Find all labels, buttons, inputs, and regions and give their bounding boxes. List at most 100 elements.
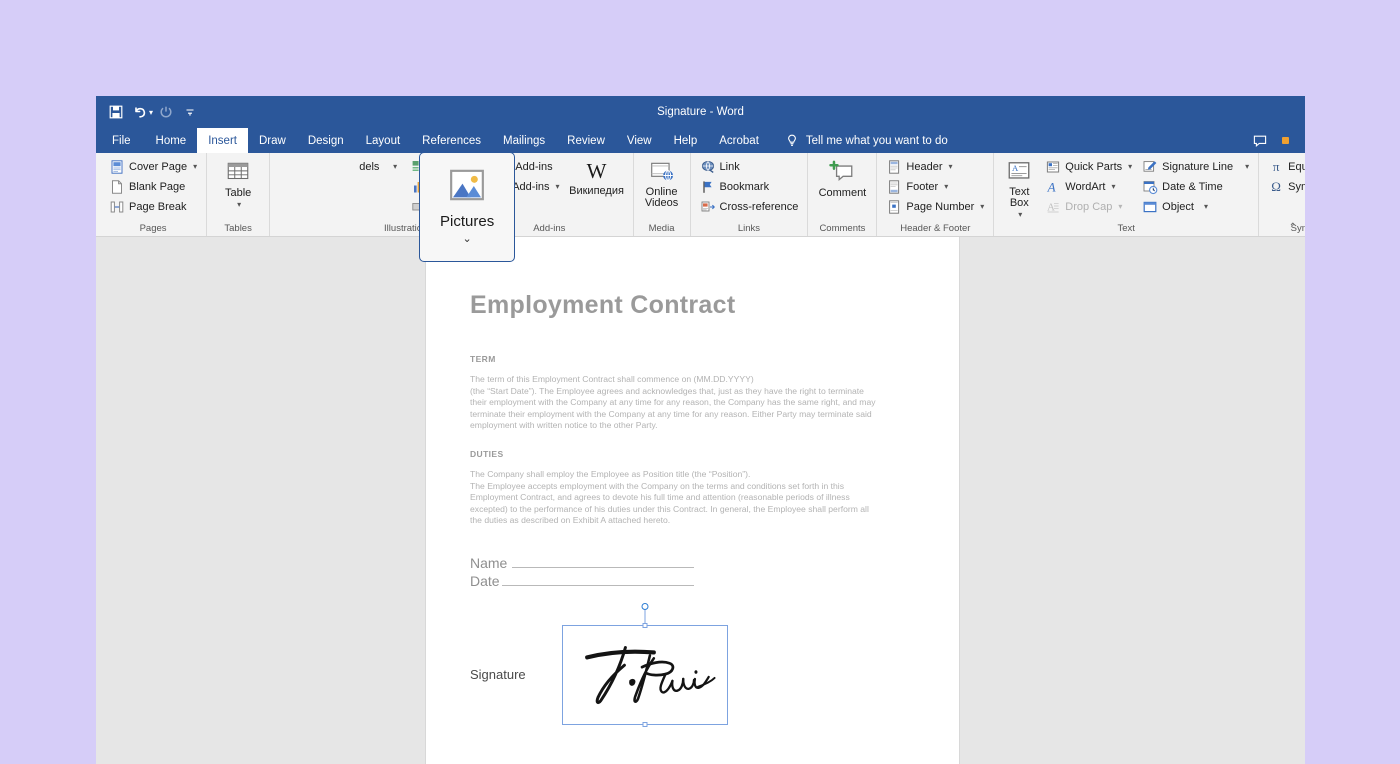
tab-acrobat[interactable]: Acrobat bbox=[708, 128, 770, 153]
section-body-term: The term of this Employment Contract sha… bbox=[470, 374, 915, 432]
blank-page-label: Blank Page bbox=[129, 180, 186, 193]
cross-reference-button[interactable]: Cross-reference bbox=[696, 197, 803, 216]
drop-cap-label: Drop Cap bbox=[1065, 200, 1113, 213]
chevron-down-icon[interactable]: ▾ bbox=[1128, 162, 1132, 171]
pictures-popup-button[interactable]: Pictures ⌄ bbox=[419, 152, 516, 262]
comments-icon[interactable] bbox=[1252, 133, 1268, 149]
tab-draw-label: Draw bbox=[258, 134, 286, 147]
paragraph-line: The Employee accepts employment with the… bbox=[470, 480, 845, 491]
chevron-down-icon[interactable]: ▾ bbox=[1111, 182, 1115, 191]
header-button[interactable]: Header ▾ bbox=[882, 157, 988, 176]
chevron-down-icon[interactable]: ⌄ bbox=[463, 232, 472, 245]
bookmark-button[interactable]: Bookmark bbox=[696, 177, 803, 196]
lightbulb-icon bbox=[784, 133, 800, 149]
tab-review[interactable]: Review bbox=[556, 128, 616, 153]
field-date[interactable]: Date bbox=[470, 573, 915, 589]
chevron-down-icon[interactable]: ▾ bbox=[1245, 162, 1249, 171]
ribbon-group-text: A Text Box ▾ Quick Parts ▾ A WordArt ▾ A… bbox=[994, 153, 1260, 236]
signature-line-label: Signature Line bbox=[1162, 160, 1234, 173]
customize-qat-icon[interactable] bbox=[179, 101, 201, 123]
field-name-label: Name bbox=[470, 554, 508, 571]
field-date-rule bbox=[502, 584, 694, 586]
tab-acrobat-label: Acrobat bbox=[719, 134, 759, 147]
quick-parts-button[interactable]: Quick Parts ▾ bbox=[1041, 157, 1136, 176]
undo-icon[interactable] bbox=[129, 101, 151, 123]
link-button[interactable]: Link bbox=[696, 157, 803, 176]
chevron-down-icon[interactable]: ▾ bbox=[393, 162, 397, 171]
group-label-symbols: Symbols bbox=[1290, 223, 1305, 234]
title-bar: ▾ Signature - Word bbox=[96, 96, 1305, 128]
tab-references[interactable]: References bbox=[411, 128, 492, 153]
paragraph-line: The Company shall employ the Employee as… bbox=[470, 468, 751, 479]
online-videos-button[interactable]: Online Videos bbox=[639, 157, 685, 209]
footer-button[interactable]: Footer ▾ bbox=[882, 177, 988, 196]
chevron-down-icon[interactable]: ▾ bbox=[1018, 209, 1022, 221]
chevron-down-icon: ▾ bbox=[1118, 202, 1123, 211]
paragraph-line: employment with written notice to the ot… bbox=[470, 420, 658, 431]
wordart-label: WordArt bbox=[1065, 180, 1106, 193]
signature-line-button[interactable]: Signature Line ▾ bbox=[1138, 157, 1253, 176]
save-icon[interactable] bbox=[105, 101, 127, 123]
ribbon-group-tables: Table ▾ Tables bbox=[207, 153, 271, 236]
tab-mailings[interactable]: Mailings bbox=[492, 128, 556, 153]
paragraph-line: the duties as described on Exhibit A att… bbox=[470, 515, 671, 526]
chevron-down-icon[interactable]: ▾ bbox=[237, 199, 241, 211]
date-time-label: Date & Time bbox=[1162, 180, 1223, 193]
bookmark-label: Bookmark bbox=[719, 180, 770, 193]
cover-page-button[interactable]: Cover Page ▾ bbox=[105, 157, 201, 176]
cross-reference-label: Cross-reference bbox=[719, 200, 799, 213]
text-box-button[interactable]: A Text Box ▾ bbox=[999, 157, 1039, 221]
wordart-button[interactable]: A WordArt ▾ bbox=[1041, 177, 1136, 196]
signature-ink bbox=[585, 646, 716, 704]
tab-view-label: View bbox=[626, 134, 652, 147]
page-number-label: Page Number bbox=[906, 200, 975, 213]
tab-help[interactable]: Help bbox=[663, 128, 709, 153]
page-break-label: Page Break bbox=[129, 200, 187, 213]
3d-models-button[interactable]: dels ▾ bbox=[353, 157, 401, 176]
equation-button[interactable]: π Equation ▾ bbox=[1264, 157, 1305, 176]
blank-page-button[interactable]: Blank Page bbox=[105, 177, 201, 196]
chevron-down-icon[interactable]: ▾ bbox=[556, 182, 560, 191]
rotation-handle[interactable] bbox=[641, 602, 649, 610]
object-label: Object bbox=[1162, 200, 1194, 213]
tab-view[interactable]: View bbox=[616, 128, 663, 153]
document-workspace: Employment Contract TERM The term of thi… bbox=[96, 237, 1305, 764]
document-page[interactable]: Employment Contract TERM The term of thi… bbox=[425, 237, 960, 764]
signature-image-selected[interactable] bbox=[562, 602, 728, 727]
tab-file-label: File bbox=[112, 134, 131, 147]
table-button[interactable]: Table ▾ bbox=[212, 157, 264, 211]
field-name[interactable]: Name bbox=[470, 555, 915, 571]
tab-design[interactable]: Design bbox=[297, 128, 355, 153]
tell-me-search[interactable]: Tell me what you want to do bbox=[770, 128, 948, 153]
group-label-media: Media bbox=[648, 223, 675, 234]
chevron-down-icon[interactable]: ▾ bbox=[980, 202, 984, 211]
paragraph-line: excepted) to the performance of his duti… bbox=[470, 503, 869, 514]
svg-text:A: A bbox=[1012, 163, 1019, 173]
ribbon-group-symbols: π Equation ▾ Ω Symbol ▾ Symbols bbox=[1259, 153, 1305, 236]
tab-file[interactable]: File bbox=[96, 128, 145, 153]
tab-layout[interactable]: Layout bbox=[355, 128, 412, 153]
chevron-down-icon[interactable]: ▾ bbox=[944, 182, 948, 191]
section-heading-term: TERM bbox=[470, 354, 496, 364]
chevron-down-icon[interactable]: ▾ bbox=[1204, 202, 1208, 211]
comment-button[interactable]: Comment bbox=[813, 157, 871, 199]
tab-insert[interactable]: Insert bbox=[197, 128, 248, 153]
symbol-button[interactable]: Ω Symbol ▾ bbox=[1264, 177, 1305, 196]
tab-layout-label: Layout bbox=[365, 134, 401, 147]
ribbon-group-comments: Comment Comments bbox=[808, 153, 878, 236]
chevron-down-icon[interactable]: ▾ bbox=[193, 162, 197, 171]
page-break-button[interactable]: Page Break bbox=[105, 197, 201, 216]
page-number-button[interactable]: Page Number ▾ bbox=[882, 197, 988, 216]
paragraph-line: The term of this Employment Contract sha… bbox=[470, 374, 754, 384]
chevron-down-icon[interactable]: ▾ bbox=[948, 162, 952, 171]
tab-home[interactable]: Home bbox=[145, 128, 198, 153]
collapse-ribbon-button[interactable]: ⌃ bbox=[1289, 222, 1297, 233]
wikipedia-button[interactable]: W Википедия bbox=[566, 157, 628, 197]
date-time-button[interactable]: Date & Time bbox=[1138, 177, 1253, 196]
object-button[interactable]: Object ▾ bbox=[1138, 197, 1253, 216]
tab-draw[interactable]: Draw bbox=[248, 128, 297, 153]
undo-dropdown-caret[interactable]: ▾ bbox=[149, 108, 153, 117]
section-heading-duties: DUTIES bbox=[470, 448, 504, 459]
online-videos-label: Online Videos bbox=[644, 186, 679, 209]
tab-design-label: Design bbox=[307, 134, 344, 147]
